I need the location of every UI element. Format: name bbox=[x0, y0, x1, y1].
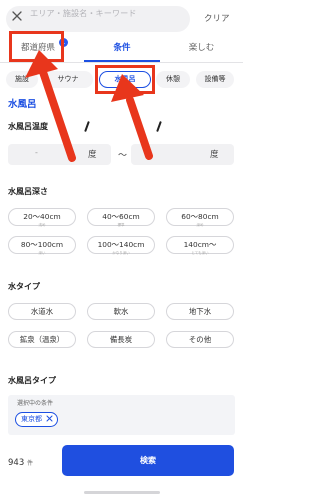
depth-option-label: 20〜40cm bbox=[23, 212, 61, 221]
search-button[interactable]: 検索 bbox=[62, 445, 234, 476]
depth-option-label: 140cm〜 bbox=[183, 240, 217, 249]
depth-option[interactable]: 60〜80cm 深め bbox=[166, 208, 234, 227]
tab-enjoy[interactable]: 楽しむ bbox=[160, 36, 243, 60]
category-chip-equipment[interactable]: 設備等 bbox=[196, 71, 234, 88]
slider-handle-min[interactable] bbox=[84, 120, 90, 133]
depth-option[interactable]: 20〜40cm 浅め bbox=[8, 208, 76, 227]
water-type-option[interactable]: 水道水 bbox=[8, 303, 76, 320]
temperature-max-unit: 度 bbox=[210, 150, 219, 160]
water-type-option[interactable]: その他 bbox=[166, 331, 234, 348]
home-indicator bbox=[84, 491, 160, 494]
water-type-option[interactable]: 備長炭 bbox=[87, 331, 155, 348]
remove-tag-icon[interactable] bbox=[46, 415, 53, 422]
water-type-option[interactable]: 鉱泉（温泉） bbox=[8, 331, 76, 348]
clear-button[interactable]: クリア bbox=[204, 12, 230, 24]
depth-option-note: かなり深い bbox=[112, 251, 130, 255]
depth-option[interactable]: 40〜60cm 標準 bbox=[87, 208, 155, 227]
depth-option-note: 浅め bbox=[38, 223, 46, 227]
depth-option-label: 100〜140cm bbox=[97, 240, 145, 249]
water-type-option[interactable]: 地下水 bbox=[166, 303, 234, 320]
section-title: 水風呂 bbox=[8, 99, 37, 110]
depth-option-note: 深い bbox=[38, 251, 46, 255]
depth-option-label: 80〜100cm bbox=[20, 240, 64, 249]
selected-tag-label: 東京都 bbox=[21, 415, 42, 423]
selected-conditions-label: 選択中の条件 bbox=[17, 400, 54, 407]
search-input[interactable] bbox=[30, 6, 186, 20]
depth-title: 水風呂深さ bbox=[8, 187, 48, 196]
depth-option-label: 60〜80cm bbox=[181, 212, 219, 221]
temperature-min-unit: 度 bbox=[88, 150, 97, 160]
water-type-option[interactable]: 軟水 bbox=[87, 303, 155, 320]
bath-type-title: 水風呂タイプ bbox=[8, 376, 56, 385]
temperature-min-value: - bbox=[35, 148, 38, 157]
water-type-title: 水タイプ bbox=[8, 282, 40, 291]
depth-option[interactable]: 140cm〜とても深い bbox=[166, 236, 234, 255]
annotation-highlight-prefecture bbox=[9, 31, 64, 62]
temperature-title: 水風呂温度 bbox=[8, 122, 48, 131]
depth-option[interactable]: 100〜140cm かなり深い bbox=[87, 236, 155, 255]
depth-option-note: 標準 bbox=[117, 223, 125, 227]
depth-option-note: とても深い bbox=[191, 251, 209, 255]
category-chip-facility[interactable]: 施設 bbox=[6, 71, 38, 88]
result-count-unit: 件 bbox=[26, 460, 33, 467]
tab-conditions[interactable]: 条件 bbox=[84, 36, 160, 60]
result-count-value: 943 bbox=[8, 458, 25, 468]
slider-handle-max[interactable] bbox=[156, 120, 162, 133]
close-icon[interactable] bbox=[12, 11, 22, 21]
result-count: 943 件 bbox=[8, 458, 33, 468]
range-separator: 〜 bbox=[118, 151, 128, 161]
category-chip-sauna[interactable]: サウナ bbox=[43, 71, 93, 88]
annotation-highlight-cold-bath bbox=[95, 65, 155, 94]
category-chip-rest[interactable]: 休憩 bbox=[156, 71, 190, 88]
depth-option[interactable]: 80〜100cm 深い bbox=[8, 236, 76, 255]
depth-option-note: 深め bbox=[196, 223, 204, 227]
tab-active-indicator bbox=[84, 60, 160, 62]
depth-option-label: 40〜60cm bbox=[102, 212, 140, 221]
tab-divider bbox=[0, 62, 243, 63]
